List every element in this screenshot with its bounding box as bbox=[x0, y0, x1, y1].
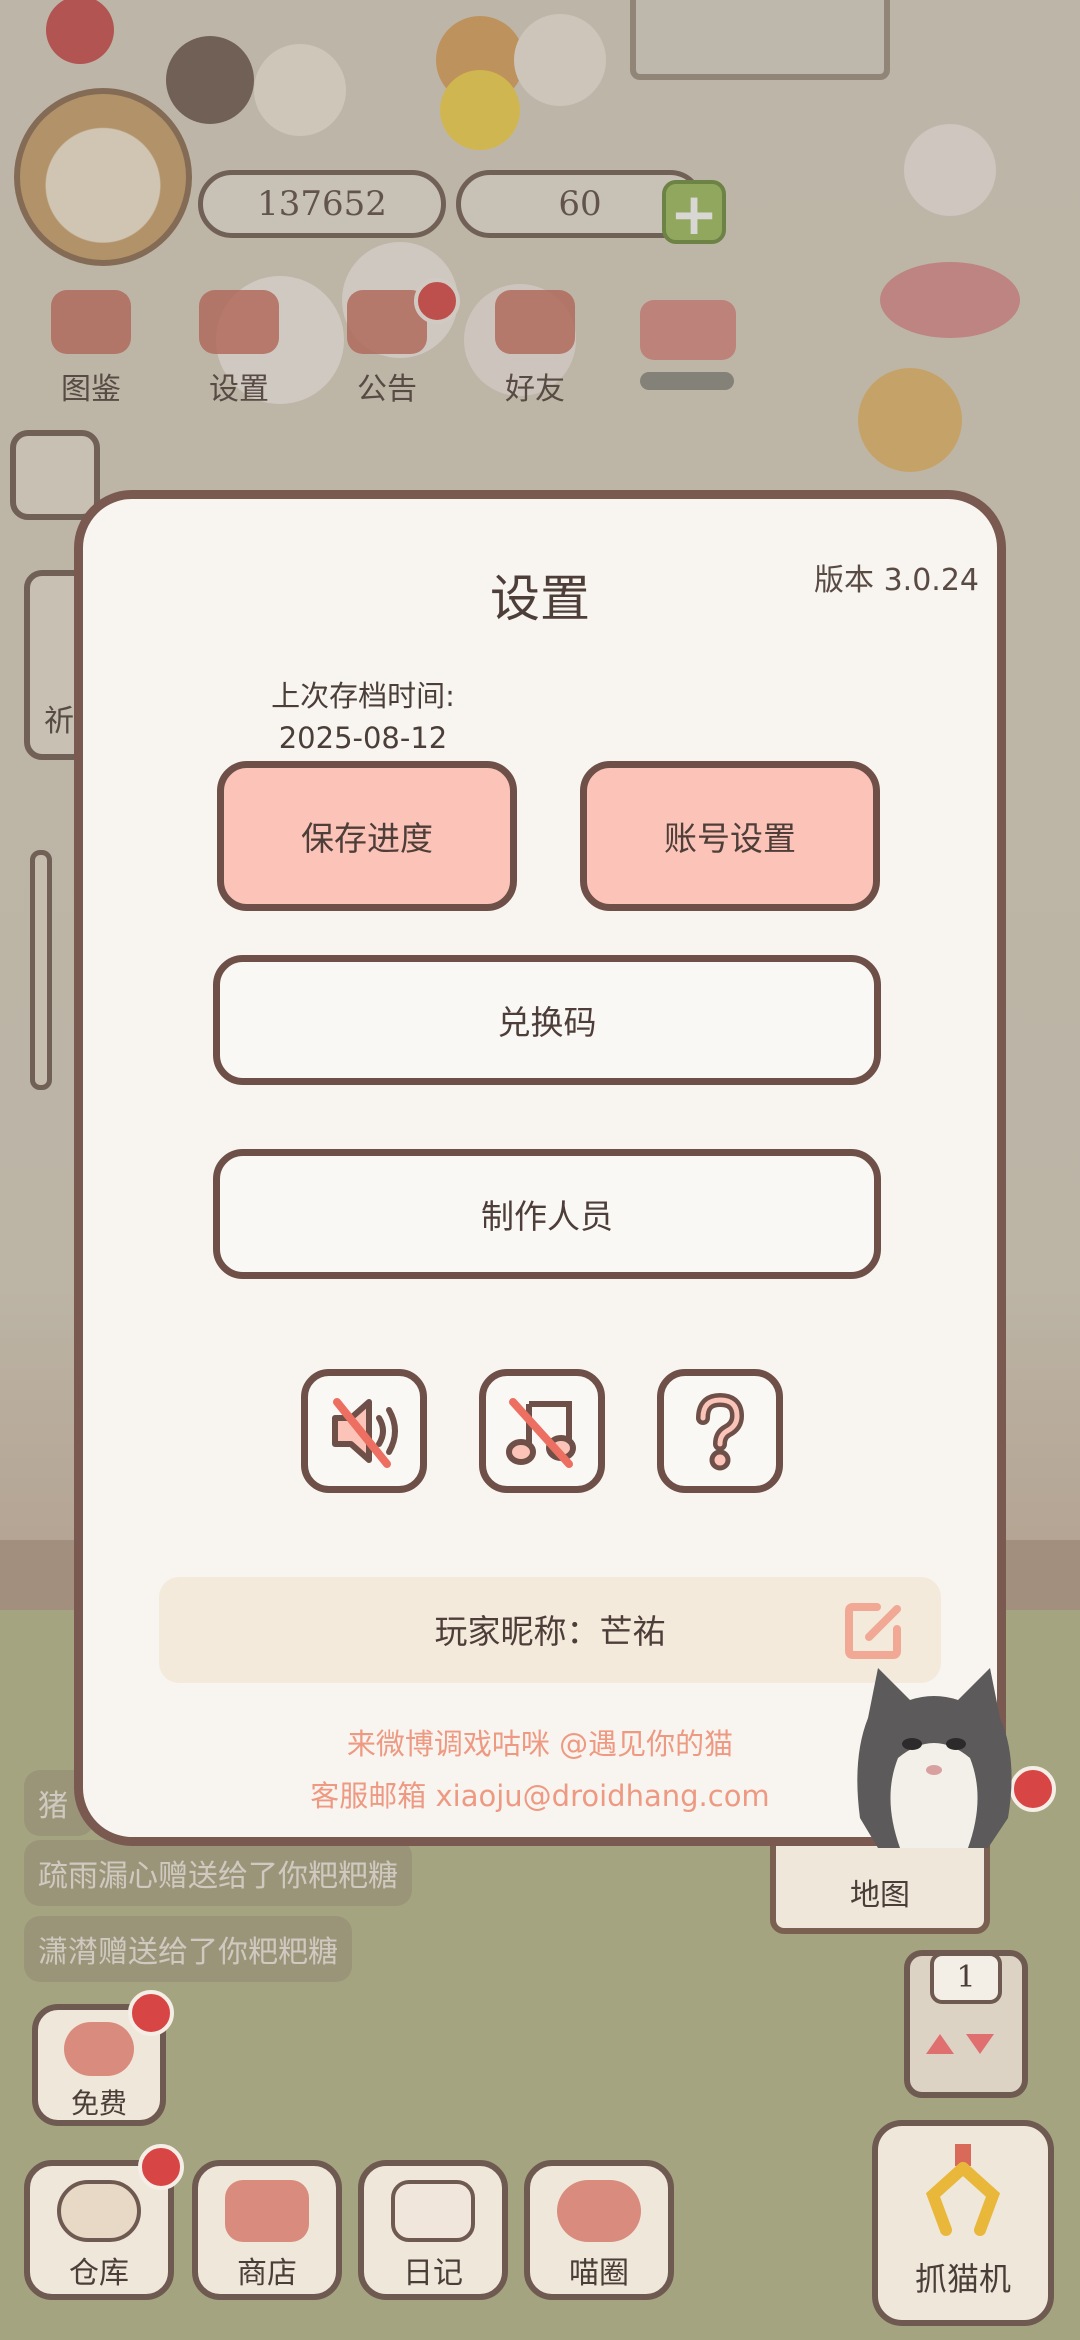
nickname-bar[interactable]: 玩家昵称：芒祐 bbox=[159, 1577, 941, 1683]
music-off-icon bbox=[506, 1398, 576, 1468]
account-settings-button[interactable]: 账号设置 bbox=[580, 761, 880, 911]
claw-icon bbox=[925, 2144, 1001, 2236]
diary-icon bbox=[391, 2180, 475, 2242]
nav-cat-circle[interactable]: 喵圈 bbox=[524, 2160, 674, 2300]
heart-icon bbox=[64, 2022, 134, 2076]
help-icon bbox=[696, 1392, 745, 1471]
map-label: 地图 bbox=[850, 1878, 910, 1913]
nav-label: 仓库 bbox=[69, 2256, 129, 2291]
nickname-label: 玩家昵称：芒祐 bbox=[434, 1612, 666, 1651]
nav-label: 喵圈 bbox=[569, 2256, 629, 2291]
shop-icon bbox=[225, 2180, 309, 2242]
nav-diary[interactable]: 日记 bbox=[358, 2160, 508, 2300]
claw-label: 抓猫机 bbox=[914, 2260, 1011, 2298]
sound-toggle-button[interactable] bbox=[301, 1369, 427, 1493]
sound-off-icon bbox=[332, 1398, 398, 1468]
settings-dialog: 设置 版本 3.0.24 上次存档时间: 2025-08-12 13:18 保存… bbox=[74, 490, 1006, 1846]
notification-dot bbox=[128, 1990, 174, 2036]
last-save-label: 上次存档时间: bbox=[271, 679, 455, 713]
help-button[interactable] bbox=[657, 1369, 783, 1493]
warehouse-icon bbox=[57, 2180, 141, 2242]
credits-button[interactable]: 制作人员 bbox=[213, 1149, 881, 1279]
machine-arrows-icon bbox=[926, 2034, 994, 2054]
nav-label: 商店 bbox=[237, 2256, 297, 2291]
cat-planet-icon bbox=[557, 2180, 641, 2242]
save-progress-button[interactable]: 保存进度 bbox=[217, 761, 517, 911]
nav-shop[interactable]: 商店 bbox=[192, 2160, 342, 2300]
claw-machine-button[interactable]: 抓猫机 bbox=[872, 2120, 1054, 2326]
machine-counter: 1 bbox=[930, 1952, 1002, 2004]
cat-photo-icon bbox=[857, 1668, 1012, 1848]
notification-dot bbox=[138, 2144, 184, 2190]
version-label: 版本 3.0.24 bbox=[814, 563, 979, 598]
nav-label: 日记 bbox=[403, 2256, 463, 2291]
free-label: 免费 bbox=[70, 2087, 127, 2120]
music-toggle-button[interactable] bbox=[479, 1369, 605, 1493]
redeem-code-button[interactable]: 兑换码 bbox=[213, 955, 881, 1085]
